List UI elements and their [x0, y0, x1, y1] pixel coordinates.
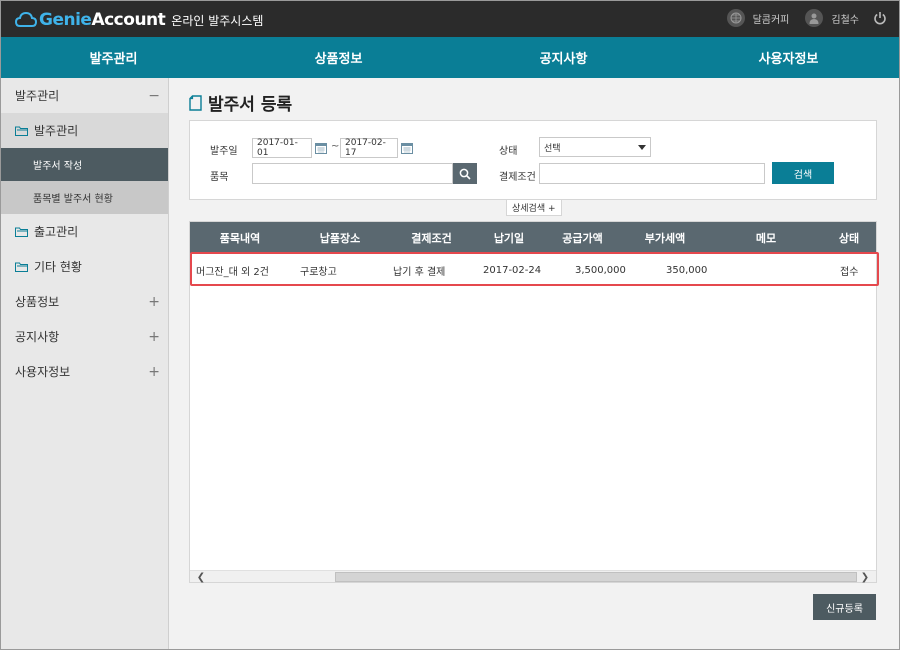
- chevron-down-icon: [638, 144, 646, 150]
- cell-vat: 350,000: [666, 264, 708, 276]
- table-header: 품목내역 납품장소 결제조건 납기일 공급가액 부가세액 메모 상태: [190, 222, 876, 253]
- user-icon: [805, 9, 824, 27]
- date-from-input[interactable]: 2017-01-01: [252, 138, 312, 158]
- item-input[interactable]: [252, 163, 453, 184]
- logo-text: GenieAccount: [39, 10, 166, 30]
- app-window: GenieAccount 온라인 발주시스템 달콤커피 김철수 발주관리 상품정…: [0, 0, 900, 650]
- nav-product-info[interactable]: 상품정보: [226, 37, 451, 78]
- sidebar-section-notice[interactable]: 공지사항 +: [1, 319, 168, 354]
- cell-location: 구로창고: [300, 266, 337, 278]
- column-header[interactable]: 공급가액: [545, 222, 620, 253]
- column-header[interactable]: 납기일: [473, 222, 545, 253]
- sidebar-section-user[interactable]: 사용자정보 +: [1, 354, 168, 389]
- sidebar-group-label: 기타 현황: [34, 260, 82, 274]
- scrollbar-thumb[interactable]: [335, 572, 857, 582]
- column-header[interactable]: 결제조건: [390, 222, 473, 253]
- column-header[interactable]: 상태: [822, 222, 876, 253]
- logo[interactable]: GenieAccount 온라인 발주시스템: [15, 8, 263, 32]
- cloud-icon: [15, 11, 37, 29]
- expand-icon: +: [148, 328, 160, 345]
- sidebar-group-order[interactable]: 발주관리: [1, 113, 168, 148]
- document-icon: [189, 94, 202, 111]
- detail-search-toggle[interactable]: 상세검색 +: [506, 200, 562, 216]
- item-search-button[interactable]: [453, 163, 477, 184]
- app-subtitle: 온라인 발주시스템: [171, 13, 264, 28]
- sidebar-section-label: 공지사항: [15, 330, 60, 344]
- status-select-value: 선택: [544, 143, 561, 154]
- search-icon: [459, 168, 471, 180]
- date-separator: ~: [331, 141, 340, 152]
- calendar-icon[interactable]: [315, 142, 327, 154]
- expand-icon: +: [148, 363, 160, 380]
- search-button[interactable]: 검색: [772, 162, 834, 184]
- folder-icon: [15, 125, 28, 136]
- sidebar-section-label: 발주관리: [15, 89, 60, 103]
- status-select[interactable]: 선택: [539, 137, 651, 157]
- user-name[interactable]: 김철수: [831, 11, 859, 26]
- new-register-button[interactable]: 신규등록: [813, 594, 876, 620]
- search-panel: 발주일 2017-01-01 ~ 2017-02-17 상태 선택 품목 결제조…: [189, 120, 877, 200]
- main-content: 발주서 등록 발주일 2017-01-01 ~ 2017-02-17 상태 선택…: [169, 78, 899, 649]
- page-title: 발주서 등록: [189, 90, 292, 115]
- column-header[interactable]: 메모: [710, 222, 822, 253]
- order-table: 품목내역 납품장소 결제조건 납기일 공급가액 부가세액 메모 상태 머그잔_대…: [189, 221, 879, 583]
- scroll-right-icon[interactable]: ❯: [858, 571, 872, 583]
- main-nav: 발주관리 상품정보 공지사항 사용자정보: [1, 37, 899, 78]
- nav-order-management[interactable]: 발주관리: [1, 37, 226, 78]
- sidebar-section-product[interactable]: 상품정보 +: [1, 284, 168, 319]
- sidebar-section-label: 사용자정보: [15, 365, 71, 379]
- item-label: 품목: [210, 172, 229, 183]
- cell-due-date: 2017-02-24: [483, 264, 542, 276]
- order-date-label: 발주일: [210, 146, 238, 157]
- nav-user-info[interactable]: 사용자정보: [676, 37, 899, 78]
- cell-supply-amount: 3,500,000: [575, 264, 626, 276]
- top-bar: GenieAccount 온라인 발주시스템 달콤커피 김철수: [1, 1, 899, 37]
- folder-icon: [15, 226, 28, 237]
- top-right-area: 달콤커피 김철수: [726, 9, 887, 27]
- table-row[interactable]: 머그잔_대 외 2건 구로창고 납기 후 결제 2017-02-24 3,500…: [190, 254, 876, 286]
- sidebar: 발주관리 − 발주관리 발주서 작성 품목별 발주서 현황 출고관리 기타 현황…: [1, 78, 169, 649]
- payment-label: 결제조건: [499, 172, 536, 183]
- cell-status: 접수: [840, 266, 859, 278]
- collapse-icon: −: [148, 87, 160, 104]
- company-name[interactable]: 달콤커피: [753, 11, 790, 26]
- sidebar-item-order-write[interactable]: 발주서 작성: [1, 148, 168, 181]
- company-icon: [726, 9, 745, 27]
- column-header[interactable]: 납품장소: [290, 222, 390, 253]
- nav-notice[interactable]: 공지사항: [451, 37, 676, 78]
- calendar-icon[interactable]: [401, 142, 413, 154]
- column-header[interactable]: 부가세액: [620, 222, 710, 253]
- expand-icon: +: [148, 293, 160, 310]
- cell-payment: 납기 후 결제: [393, 266, 446, 278]
- horizontal-scrollbar[interactable]: ❮ ❯: [190, 570, 876, 583]
- sidebar-item-order-status[interactable]: 품목별 발주서 현황: [1, 181, 168, 214]
- cell-item: 머그잔_대 외 2건: [196, 266, 269, 278]
- sidebar-section-order[interactable]: 발주관리 −: [1, 78, 168, 113]
- sidebar-group-label: 발주관리: [34, 124, 79, 138]
- folder-icon: [15, 261, 28, 272]
- power-icon[interactable]: [873, 11, 887, 25]
- status-label: 상태: [499, 146, 518, 157]
- page-title-text: 발주서 등록: [208, 95, 293, 115]
- sidebar-section-label: 상품정보: [15, 295, 60, 309]
- payment-input[interactable]: [539, 163, 765, 184]
- date-to-input[interactable]: 2017-02-17: [340, 138, 398, 158]
- column-header[interactable]: 품목내역: [190, 222, 290, 253]
- scroll-left-icon[interactable]: ❮: [194, 571, 208, 583]
- sidebar-group-etc[interactable]: 기타 현황: [1, 249, 168, 284]
- sidebar-group-shipping[interactable]: 출고관리: [1, 214, 168, 249]
- sidebar-group-label: 출고관리: [34, 225, 79, 239]
